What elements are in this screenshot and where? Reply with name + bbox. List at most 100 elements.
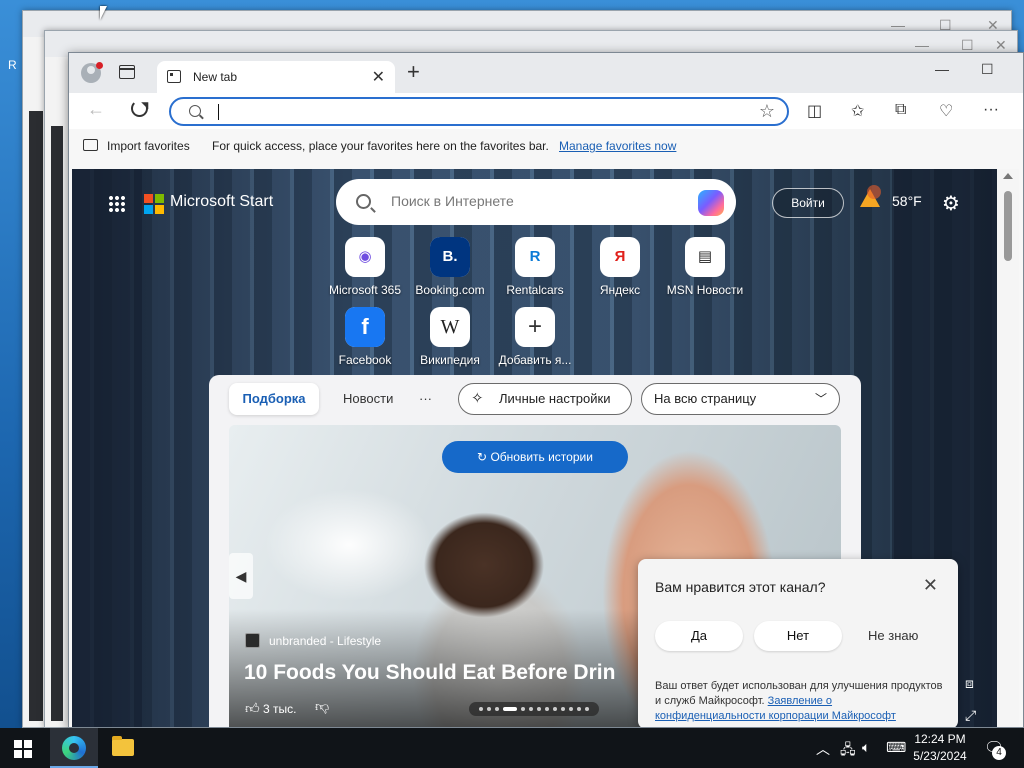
maximize-button[interactable]: ☐ xyxy=(981,61,994,78)
facebook-icon: f xyxy=(345,307,385,347)
shortcut-microsoft-365[interactable]: ◉ Microsoft 365 xyxy=(325,237,405,297)
taskbar: ︿ 🖧 🔈︎ ⌨ 12:24 PM 5/23/2024 🗨︎ 4 xyxy=(0,728,1024,768)
text-caret xyxy=(218,104,219,120)
apps-launcher-icon[interactable] xyxy=(108,195,126,213)
web-search-placeholder: Поиск в Интернете xyxy=(391,193,514,209)
close-icon[interactable]: ✕ xyxy=(923,575,938,596)
feedback-yes-button[interactable]: Да xyxy=(655,621,743,651)
background-window-content xyxy=(29,111,43,721)
shortcut-label: Booking.com xyxy=(415,283,485,297)
chevron-down-icon: ﹀ xyxy=(814,392,827,406)
copilot-icon[interactable] xyxy=(698,190,724,216)
notification-count-badge: 4 xyxy=(992,746,1006,760)
feedback-popup: Вам нравится этот канал? ✕ Да Нет Не зна… xyxy=(638,559,958,727)
microsoft-logo-icon xyxy=(144,194,164,214)
image-info-icon[interactable]: ⧈ xyxy=(965,675,974,692)
shortcut-add[interactable]: + Добавить я... xyxy=(495,307,575,367)
system-clock[interactable]: 12:24 PM 5/23/2024 xyxy=(900,731,980,765)
shortcut-booking[interactable]: B. Booking.com xyxy=(410,237,490,297)
new-tab-page-icon xyxy=(167,70,181,83)
tab-title: New tab xyxy=(193,70,238,84)
tab-close-icon[interactable]: ✕ xyxy=(372,67,385,87)
edge-icon xyxy=(62,736,86,760)
shortcut-msn-news[interactable]: ▤ MSN Новости xyxy=(665,237,745,297)
thumbs-down-icon[interactable]: 👎︎ xyxy=(315,698,329,715)
settings-more-icon[interactable]: ··· xyxy=(983,101,999,119)
volume-muted-icon[interactable]: 🔈︎ xyxy=(862,739,870,756)
minimize-button[interactable]: — xyxy=(935,61,949,77)
shortcut-yandex[interactable]: Я Яндекс xyxy=(580,237,660,297)
carousel-pager[interactable] xyxy=(469,702,599,716)
address-bar[interactable]: ☆ xyxy=(169,97,789,126)
shortcut-label: Яндекс xyxy=(599,283,641,297)
feedback-no-button[interactable]: Нет xyxy=(754,621,842,651)
new-tab-button[interactable]: + xyxy=(407,61,420,83)
manage-favorites-link[interactable]: Manage favorites now xyxy=(559,139,676,153)
thumbs-up-icon: 👍︎ xyxy=(245,700,260,716)
background-building xyxy=(72,169,142,727)
brand-title[interactable]: Microsoft Start xyxy=(170,193,273,211)
story-headline[interactable]: 10 Foods You Should Eat Before Drin xyxy=(244,661,615,685)
tab-news[interactable]: Новости xyxy=(343,391,393,406)
shortcut-label: Facebook xyxy=(338,353,392,367)
minimize-icon[interactable]: — xyxy=(915,37,929,53)
feedback-note: Ваш ответ будет использован для улучшени… xyxy=(655,679,945,724)
desktop-icon-label: R xyxy=(8,58,17,72)
refresh-icon[interactable] xyxy=(131,100,148,117)
favorites-bar-hint: For quick access, place your favorites h… xyxy=(212,139,549,153)
weather-alert-icon[interactable] xyxy=(860,185,881,207)
shortcut-rentalcars[interactable]: R Rentalcars xyxy=(495,237,575,297)
mouse-cursor-icon xyxy=(100,6,107,20)
weather-temperature[interactable]: 58°F xyxy=(892,193,922,209)
search-icon xyxy=(189,105,201,117)
search-icon xyxy=(356,194,371,209)
browser-essentials-icon[interactable]: ♡ xyxy=(939,101,953,121)
tab-new-tab[interactable]: New tab ✕ xyxy=(157,61,395,93)
clock-time: 12:24 PM xyxy=(914,732,966,746)
expand-icon[interactable]: ⤢ xyxy=(965,707,976,724)
windows-start-icon[interactable] xyxy=(14,740,32,758)
feedback-dont-know-button[interactable]: Не знаю xyxy=(868,621,918,651)
like-button[interactable]: 👍︎ 3 тыс. xyxy=(245,700,296,717)
import-favorites-button[interactable]: Import favorites xyxy=(107,139,190,153)
story-source[interactable]: unbranded - Lifestyle xyxy=(269,634,381,648)
personalize-button[interactable]: ✧ Личные настройки xyxy=(458,383,632,415)
favorites-icon[interactable]: ✩ xyxy=(851,101,864,121)
tab-strip: New tab ✕ + — ☐ xyxy=(69,53,1023,93)
tab-actions-icon[interactable] xyxy=(119,65,135,79)
rentalcars-icon: R xyxy=(515,237,555,277)
shortcut-wikipedia[interactable]: W Википедия xyxy=(410,307,490,367)
microsoft-365-icon: ◉ xyxy=(345,237,385,277)
split-screen-icon[interactable]: ◫ xyxy=(807,101,822,121)
add-favorite-star-icon[interactable]: ☆ xyxy=(759,101,775,122)
browser-toolbar: ← ☆ ◫ ✩ ⧉ ♡ ··· xyxy=(69,93,1023,129)
shortcut-label: Rentalcars xyxy=(506,283,564,297)
favorites-bar: Import favorites For quick access, place… xyxy=(69,129,1023,165)
scroll-up-arrow-icon[interactable] xyxy=(1003,173,1013,179)
layout-select[interactable]: На всю страницу ﹀ xyxy=(641,383,840,415)
gear-icon[interactable]: ⚙ xyxy=(942,191,960,216)
web-search-box[interactable]: Поиск в Интернете xyxy=(336,179,736,225)
shortcut-label: Добавить я... xyxy=(498,353,572,367)
signin-button[interactable]: Войти xyxy=(772,188,844,218)
page-scrollbar[interactable] xyxy=(997,169,1019,727)
profile-alert-dot xyxy=(96,62,103,69)
personalize-label: Личные настройки xyxy=(499,391,611,406)
network-icon[interactable]: 🖧 xyxy=(840,739,856,763)
tab-for-you[interactable]: Подборка xyxy=(229,383,319,415)
refresh-stories-button[interactable]: ↻ Обновить истории xyxy=(442,441,628,473)
more-tabs-icon[interactable]: ··· xyxy=(419,391,432,406)
carousel-prev-button[interactable]: ◀ xyxy=(229,553,253,599)
booking-icon: B. xyxy=(430,237,470,277)
shortcut-facebook[interactable]: f Facebook xyxy=(325,307,405,367)
import-folder-icon[interactable] xyxy=(83,139,98,151)
back-arrow-icon[interactable]: ← xyxy=(87,99,105,120)
chevron-up-icon[interactable]: ︿ xyxy=(816,739,830,759)
collections-icon[interactable]: ⧉ xyxy=(895,101,906,119)
clock-date: 5/23/2024 xyxy=(913,749,967,763)
scroll-thumb[interactable] xyxy=(1004,191,1012,261)
feedback-question: Вам нравится этот канал? xyxy=(655,579,826,595)
file-explorer-icon[interactable] xyxy=(112,736,134,756)
add-shortcut-icon: + xyxy=(515,307,555,347)
refresh-icon: ↻ xyxy=(477,450,491,464)
